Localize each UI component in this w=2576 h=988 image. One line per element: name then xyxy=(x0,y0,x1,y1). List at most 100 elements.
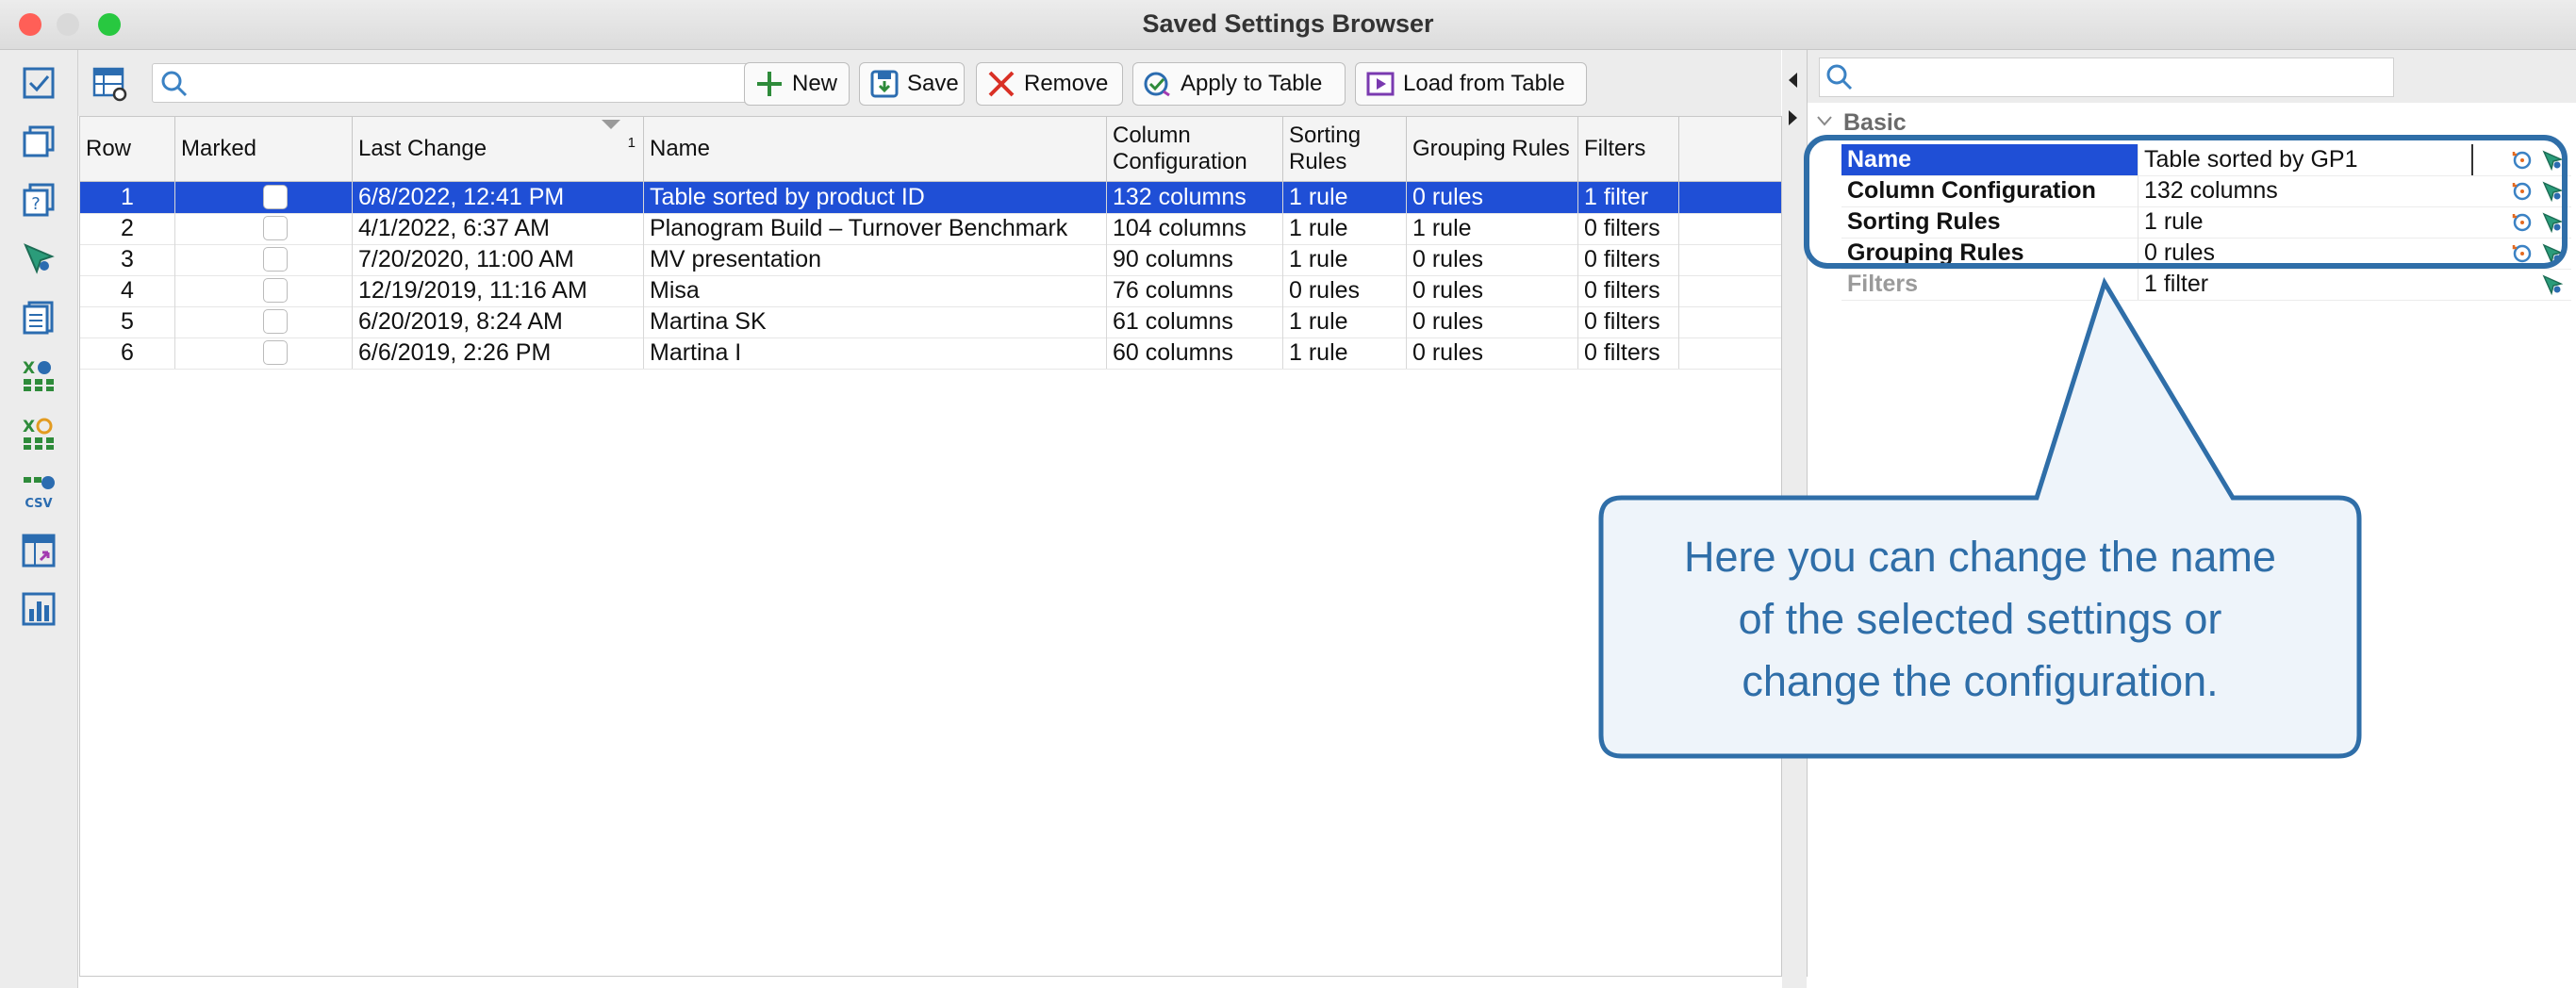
cell-grouping-rules: 0 rules xyxy=(1407,338,1578,369)
property-value: 132 columns xyxy=(2138,175,2473,206)
cell-row: 1 xyxy=(80,182,175,213)
marked-checkbox[interactable] xyxy=(263,340,288,365)
property-value-input[interactable]: Table sorted by GP1 xyxy=(2138,144,2473,175)
cell-filters: 0 filters xyxy=(1578,275,1679,306)
column-header-marked[interactable]: Marked xyxy=(175,117,353,181)
save-button-label: Save xyxy=(907,71,959,96)
cell-filters: 1 filter xyxy=(1578,182,1679,213)
property-search-bar xyxy=(1808,50,2576,103)
edit-cursor-icon[interactable] xyxy=(2541,211,2564,234)
edit-cursor-icon[interactable] xyxy=(2541,242,2564,265)
table-row[interactable]: 4 12/19/2019, 11:16 AM Misa 76 columns 0 rul… xyxy=(80,275,1781,307)
panel-splitter[interactable] xyxy=(1782,50,1807,988)
edit-cursor-icon[interactable] xyxy=(2541,180,2564,203)
property-row[interactable]: Sorting Rules 1 rule xyxy=(1841,206,2571,239)
column-header-grouping-rules[interactable]: Grouping Rules xyxy=(1407,117,1578,181)
column-header-name[interactable]: Name xyxy=(644,117,1107,181)
cell-row: 5 xyxy=(80,306,175,338)
svg-text:X: X xyxy=(23,359,35,378)
cell-last-change: 4/1/2022, 6:37 AM xyxy=(353,213,644,244)
table-header: Row Marked Last Change 1 Name Column Con… xyxy=(80,117,1781,182)
cell-sorting-rules: 0 rules xyxy=(1283,275,1407,306)
save-button[interactable]: Save xyxy=(859,62,965,106)
cell-filters: 0 filters xyxy=(1578,306,1679,338)
property-search-input[interactable] xyxy=(1819,58,2394,97)
bar-chart-icon[interactable] xyxy=(19,589,58,629)
remove-button[interactable]: Remove xyxy=(976,62,1123,106)
cell-marked xyxy=(175,275,353,306)
cell-name: MV presentation xyxy=(644,244,1107,275)
load-table-icon xyxy=(1366,72,1395,96)
edit-cursor-icon[interactable] xyxy=(2541,273,2564,296)
column-header-filters[interactable]: Filters xyxy=(1578,117,1679,181)
copy-icon[interactable] xyxy=(19,122,58,161)
reset-icon[interactable] xyxy=(2511,149,2534,172)
cell-marked xyxy=(175,213,353,244)
table-row[interactable]: 3 7/20/2020, 11:00 AM MV presentation 90 co… xyxy=(80,244,1781,276)
excel-import-icon[interactable]: X xyxy=(19,355,58,395)
cell-name: Martina I xyxy=(644,338,1107,369)
checklist-icon[interactable] xyxy=(19,63,58,103)
cell-name: Planogram Build – Turnover Benchmark xyxy=(644,213,1107,244)
property-row[interactable]: Name Table sorted by GP1 xyxy=(1841,144,2571,176)
cell-sorting-rules: 1 rule xyxy=(1283,244,1407,275)
column-header-column-configuration[interactable]: Column Configuration xyxy=(1107,117,1283,181)
apply-to-table-button[interactable]: Apply to Table xyxy=(1132,62,1346,106)
property-label: Name xyxy=(1841,144,2138,175)
marked-checkbox[interactable] xyxy=(263,247,288,272)
svg-text:CSV: CSV xyxy=(25,497,52,511)
cell-name: Martina SK xyxy=(644,306,1107,338)
cell-filters: 0 filters xyxy=(1578,213,1679,244)
cell-column-configuration: 90 columns xyxy=(1107,244,1283,275)
marked-checkbox[interactable] xyxy=(263,185,288,209)
table-row[interactable]: 5 6/20/2019, 8:24 AM Martina SK 61 columns 1… xyxy=(80,306,1781,338)
documents-icon[interactable] xyxy=(19,297,58,337)
help-pages-icon[interactable]: ? xyxy=(19,180,58,220)
apply-table-icon xyxy=(1144,72,1170,97)
cell-name: Table sorted by product ID xyxy=(644,182,1107,213)
property-label: Sorting Rules xyxy=(1847,208,2001,235)
cell-column-configuration: 104 columns xyxy=(1107,213,1283,244)
new-button[interactable]: New xyxy=(744,62,850,106)
svg-text:?: ? xyxy=(31,194,41,214)
property-row[interactable]: Filters 1 filter xyxy=(1841,269,2571,301)
callout-text: Here you can change the name of the sele… xyxy=(1603,526,2357,713)
load-from-table-label: Load from Table xyxy=(1403,71,1565,96)
reset-icon[interactable] xyxy=(2511,242,2534,265)
table-row[interactable]: 6 6/6/2019, 2:26 PM Martina I 60 columns 1 r… xyxy=(80,338,1781,370)
table-row[interactable]: 1 6/8/2022, 12:41 PM Table sorted by produ… xyxy=(80,182,1781,214)
reset-icon[interactable] xyxy=(2511,180,2534,203)
property-group-basic[interactable]: Basic xyxy=(1808,108,2576,137)
remove-button-label: Remove xyxy=(1024,71,1109,96)
collapse-arrows-icon[interactable] xyxy=(1786,71,1801,127)
column-header-row[interactable]: Row xyxy=(80,117,175,181)
cell-marked xyxy=(175,338,353,369)
marked-checkbox[interactable] xyxy=(263,216,288,240)
cell-grouping-rules: 0 rules xyxy=(1407,275,1578,306)
excel-settings-icon[interactable]: X xyxy=(19,414,58,453)
new-button-label: New xyxy=(792,71,838,96)
marked-checkbox[interactable] xyxy=(263,309,288,334)
cell-grouping-rules: 0 rules xyxy=(1407,182,1578,213)
table-transfer-icon[interactable] xyxy=(19,531,58,570)
property-row[interactable]: Grouping Rules 0 rules xyxy=(1841,238,2571,270)
settings-table: Row Marked Last Change 1 Name Column Con… xyxy=(79,116,1782,977)
column-header-last-change[interactable]: Last Change 1 xyxy=(353,117,644,181)
cell-last-change: 6/6/2019, 2:26 PM xyxy=(353,338,644,369)
load-from-table-button[interactable]: Load from Table xyxy=(1355,62,1587,106)
property-label: Filters xyxy=(1847,271,1919,297)
table-settings-icon[interactable] xyxy=(91,65,129,103)
sort-descending-icon xyxy=(602,120,620,129)
table-row[interactable]: 2 4/1/2022, 6:37 AM Planogram Build – Turn… xyxy=(80,213,1781,245)
cell-grouping-rules: 0 rules xyxy=(1407,244,1578,275)
callout-line-3: change the configuration. xyxy=(1742,657,2219,705)
column-header-sorting-rules[interactable]: Sorting Rules xyxy=(1283,117,1407,181)
settings-search-input[interactable] xyxy=(152,63,797,103)
reset-icon[interactable] xyxy=(2511,211,2534,234)
property-row[interactable]: Column Configuration 132 columns xyxy=(1841,175,2571,207)
marked-checkbox[interactable] xyxy=(263,278,288,303)
csv-import-icon[interactable]: CSV xyxy=(19,472,58,512)
edit-cursor-icon[interactable] xyxy=(2541,149,2564,172)
cursor-select-icon[interactable] xyxy=(19,239,58,278)
window-titlebar: Saved Settings Browser xyxy=(0,0,2576,50)
